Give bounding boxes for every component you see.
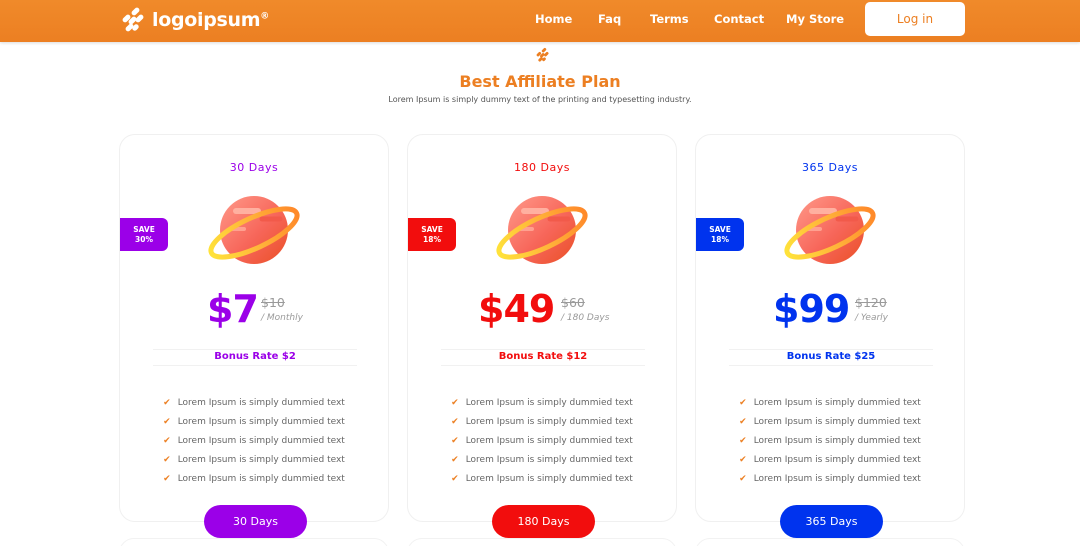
nav-link-faq[interactable]: Faq bbox=[598, 12, 621, 26]
feature-item: ✔ Lorem Ipsum is simply dummied text bbox=[739, 416, 921, 427]
select-plan-button[interactable]: 30 Days bbox=[204, 505, 307, 538]
save-badge-label: SAVE bbox=[133, 225, 155, 234]
price-row: $99 $120 / Yearly bbox=[696, 287, 964, 333]
feature-item: ✔ Lorem Ipsum is simply dummied text bbox=[739, 435, 921, 446]
plan-price: $49 bbox=[478, 287, 555, 331]
plan-old-price: $10 bbox=[261, 295, 285, 310]
save-badge: SAVE 30% bbox=[120, 218, 168, 251]
feature-list: ✔ Lorem Ipsum is simply dummied text ✔ Lor… bbox=[696, 393, 964, 488]
plan-price: $7 bbox=[207, 287, 259, 331]
section-title: Best Affiliate Plan bbox=[459, 72, 621, 91]
check-icon: ✔ bbox=[163, 473, 171, 484]
feature-list: ✔ Lorem Ipsum is simply dummied text ✔ Lor… bbox=[120, 393, 388, 488]
plan-duration: 180 Days bbox=[514, 161, 570, 174]
save-badge-value: 18% bbox=[423, 235, 441, 244]
plan-card-365-days: 365 Days SAVE 18% $99 $120 / Yearly Bonu… bbox=[695, 134, 965, 538]
next-card-edge bbox=[119, 538, 389, 546]
feature-item: ✔ Lorem Ipsum is simply dummied text bbox=[739, 473, 921, 484]
planet-icon bbox=[496, 196, 588, 264]
next-card-edge bbox=[695, 538, 965, 546]
save-badge: SAVE 18% bbox=[696, 218, 744, 251]
plan-old-price: $60 bbox=[561, 295, 585, 310]
save-badge-label: SAVE bbox=[709, 225, 731, 234]
feature-item: ✔ Lorem Ipsum is simply dummied text bbox=[451, 454, 633, 465]
plan-period: / Yearly bbox=[855, 313, 888, 323]
feature-item: ✔ Lorem Ipsum is simply dummied text bbox=[739, 454, 921, 465]
check-icon: ✔ bbox=[163, 454, 171, 465]
nav-link-home[interactable]: Home bbox=[535, 12, 572, 26]
select-plan-button[interactable]: 365 Days bbox=[780, 505, 883, 538]
check-icon: ✔ bbox=[163, 397, 171, 408]
plan-price: $99 bbox=[773, 287, 850, 331]
feature-item: ✔ Lorem Ipsum is simply dummied text bbox=[451, 435, 633, 446]
select-plan-button[interactable]: 180 Days bbox=[492, 505, 595, 538]
section-logo-icon bbox=[536, 47, 549, 62]
section-subtitle: Lorem Ipsum is simply dummy text of the … bbox=[388, 95, 692, 104]
feature-item: ✔ Lorem Ipsum is simply dummied text bbox=[163, 454, 345, 465]
check-icon: ✔ bbox=[739, 435, 747, 446]
bonus-rate: Bonus Rate $25 bbox=[729, 349, 933, 366]
feature-list: ✔ Lorem Ipsum is simply dummied text ✔ Lor… bbox=[408, 393, 676, 488]
check-icon: ✔ bbox=[451, 454, 459, 465]
bonus-rate: Bonus Rate $12 bbox=[441, 349, 645, 366]
feature-item: ✔ Lorem Ipsum is simply dummied text bbox=[739, 397, 921, 408]
feature-item: ✔ Lorem Ipsum is simply dummied text bbox=[451, 473, 633, 484]
save-badge-value: 30% bbox=[135, 235, 153, 244]
save-badge: SAVE 18% bbox=[408, 218, 456, 251]
login-button[interactable]: Log in bbox=[865, 2, 965, 36]
feature-item: ✔ Lorem Ipsum is simply dummied text bbox=[163, 473, 345, 484]
plan-period: / 180 Days bbox=[561, 313, 610, 323]
save-badge-label: SAVE bbox=[421, 225, 443, 234]
nav-link-terms[interactable]: Terms bbox=[650, 12, 689, 26]
check-icon: ✔ bbox=[451, 473, 459, 484]
feature-item: ✔ Lorem Ipsum is simply dummied text bbox=[451, 397, 633, 408]
price-row: $7 $10 / Monthly bbox=[120, 287, 388, 333]
planet-icon bbox=[784, 196, 876, 264]
nav-link-my-store[interactable]: My Store bbox=[786, 12, 844, 26]
plan-card-180-days: 180 Days SAVE 18% $49 $60 / 180 Days Bon… bbox=[407, 134, 677, 538]
feature-item: ✔ Lorem Ipsum is simply dummied text bbox=[163, 435, 345, 446]
plan-old-price: $120 bbox=[855, 295, 887, 310]
check-icon: ✔ bbox=[163, 416, 171, 427]
feature-item: ✔ Lorem Ipsum is simply dummied text bbox=[451, 416, 633, 427]
price-row: $49 $60 / 180 Days bbox=[408, 287, 676, 333]
check-icon: ✔ bbox=[451, 397, 459, 408]
plan-duration: 365 Days bbox=[802, 161, 858, 174]
check-icon: ✔ bbox=[739, 454, 747, 465]
plan-period: / Monthly bbox=[261, 313, 303, 323]
plan-card-30-days: 30 Days SAVE 30% $7 $10 / Monthly Bonus … bbox=[119, 134, 389, 538]
top-navbar: logoipsum® Home Faq Terms Contact My Sto… bbox=[0, 0, 1080, 42]
check-icon: ✔ bbox=[739, 397, 747, 408]
save-badge-value: 18% bbox=[711, 235, 729, 244]
feature-item: ✔ Lorem Ipsum is simply dummied text bbox=[163, 397, 345, 408]
next-card-edge bbox=[407, 538, 677, 546]
check-icon: ✔ bbox=[163, 435, 171, 446]
bonus-rate: Bonus Rate $2 bbox=[153, 349, 357, 366]
feature-item: ✔ Lorem Ipsum is simply dummied text bbox=[163, 416, 345, 427]
plan-duration: 30 Days bbox=[229, 161, 279, 174]
check-icon: ✔ bbox=[451, 416, 459, 427]
check-icon: ✔ bbox=[739, 416, 747, 427]
check-icon: ✔ bbox=[739, 473, 747, 484]
check-icon: ✔ bbox=[451, 435, 459, 446]
planet-icon bbox=[208, 196, 300, 264]
nav-link-contact[interactable]: Contact bbox=[714, 12, 764, 26]
